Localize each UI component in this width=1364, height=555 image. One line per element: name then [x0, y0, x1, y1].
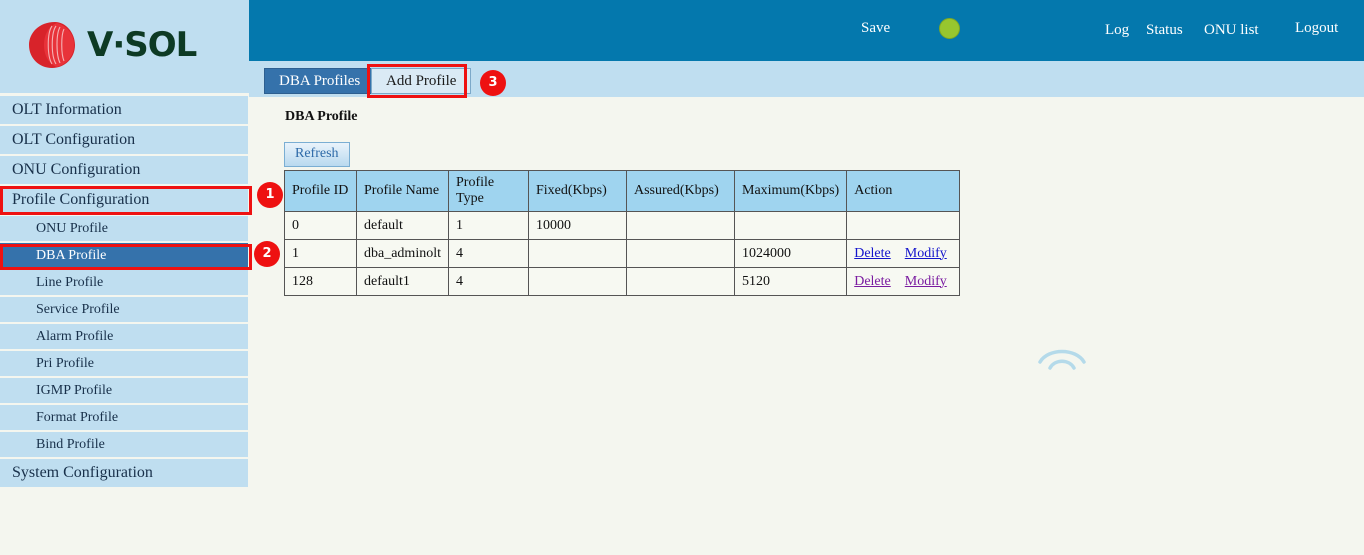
- column-header-fixed: Fixed(Kbps): [529, 171, 627, 212]
- cell-profile-id: 1: [285, 240, 357, 268]
- cell-profile-type: 1: [449, 212, 529, 240]
- cell-action: Delete Modify: [847, 268, 960, 296]
- sidebar-item-alarm-profile[interactable]: Alarm Profile: [0, 324, 249, 349]
- cell-fixed: [529, 268, 627, 296]
- sidebar-item-format-profile[interactable]: Format Profile: [0, 405, 249, 430]
- modify-link[interactable]: Modify: [905, 274, 947, 289]
- cell-profile-name: default: [357, 212, 449, 240]
- modify-link[interactable]: Modify: [905, 246, 947, 261]
- wifi-arc-icon: [1034, 340, 1090, 374]
- cell-profile-type: 4: [449, 268, 529, 296]
- column-header-maximum: Maximum(Kbps): [735, 171, 847, 212]
- sidebar-item-onu-profile[interactable]: ONU Profile: [0, 216, 249, 241]
- sidebar-item-onu-configuration[interactable]: ONU Configuration: [0, 156, 249, 184]
- olt-management-page: V·SOL Save Log Status ONU list Logout DB…: [0, 0, 1364, 555]
- delete-link[interactable]: Delete: [854, 274, 891, 289]
- cell-fixed: [529, 240, 627, 268]
- cell-profile-name: default1: [357, 268, 449, 296]
- sidebar-item-system-configuration[interactable]: System Configuration: [0, 459, 249, 487]
- onu-list-link[interactable]: ONU list: [1204, 22, 1259, 39]
- cell-action: [847, 212, 960, 240]
- logout-link[interactable]: Logout: [1295, 20, 1338, 37]
- page-title: DBA Profile: [285, 109, 357, 125]
- column-header-profile-name: Profile Name: [357, 171, 449, 212]
- status-green-dot-icon: [939, 18, 960, 39]
- delete-link[interactable]: Delete: [854, 246, 891, 261]
- column-header-assured: Assured(Kbps): [627, 171, 735, 212]
- tab-dba-profiles[interactable]: DBA Profiles: [264, 68, 375, 94]
- sidebar-item-dba-profile[interactable]: DBA Profile: [0, 243, 249, 268]
- sidebar-item-igmp-profile[interactable]: IGMP Profile: [0, 378, 249, 403]
- brand-name: V·SOL: [87, 25, 196, 65]
- refresh-button[interactable]: Refresh: [284, 142, 350, 167]
- content-panel: ForoISP DBA Profile Refresh Profile ID P…: [249, 97, 1364, 555]
- vsol-flame-logo-icon: [25, 18, 79, 72]
- annotation-badge-3: 3: [480, 70, 506, 96]
- cell-profile-id: 128: [285, 268, 357, 296]
- cell-maximum: [735, 212, 847, 240]
- table-row: 128 default1 4 5120 Delete Modify: [285, 268, 960, 296]
- sidebar-item-olt-information[interactable]: OLT Information: [0, 96, 249, 124]
- tab-strip: DBA Profiles Add Profile: [249, 61, 1364, 97]
- sidebar-item-service-profile[interactable]: Service Profile: [0, 297, 249, 322]
- cell-maximum: 1024000: [735, 240, 847, 268]
- cell-assured: [627, 268, 735, 296]
- table-row: 1 dba_adminolt 4 1024000 Delete Modify: [285, 240, 960, 268]
- logo-panel: V·SOL: [0, 0, 249, 93]
- sidebar-item-olt-configuration[interactable]: OLT Configuration: [0, 126, 249, 154]
- tab-add-profile[interactable]: Add Profile: [371, 68, 471, 94]
- log-link[interactable]: Log: [1105, 22, 1129, 39]
- column-header-action: Action: [847, 171, 960, 212]
- top-header-bar: Save Log Status ONU list Logout: [249, 0, 1364, 61]
- save-link[interactable]: Save: [861, 20, 890, 37]
- sidebar-item-pri-profile[interactable]: Pri Profile: [0, 351, 249, 376]
- column-header-profile-type: Profile Type: [449, 171, 529, 212]
- table-row: 0 default 1 10000: [285, 212, 960, 240]
- sidebar-item-bind-profile[interactable]: Bind Profile: [0, 432, 249, 457]
- brand-logo[interactable]: V·SOL: [25, 18, 196, 72]
- dba-profile-table: Profile ID Profile Name Profile Type Fix…: [284, 170, 960, 296]
- cell-profile-type: 4: [449, 240, 529, 268]
- cell-fixed: 10000: [529, 212, 627, 240]
- table-header-row: Profile ID Profile Name Profile Type Fix…: [285, 171, 960, 212]
- cell-profile-name: dba_adminolt: [357, 240, 449, 268]
- sidebar-item-profile-configuration[interactable]: Profile Configuration: [0, 186, 249, 214]
- status-link[interactable]: Status: [1146, 22, 1183, 39]
- cell-maximum: 5120: [735, 268, 847, 296]
- cell-profile-id: 0: [285, 212, 357, 240]
- sidebar-nav: OLT Information OLT Configuration ONU Co…: [0, 96, 249, 489]
- cell-assured: [627, 240, 735, 268]
- column-header-profile-id: Profile ID: [285, 171, 357, 212]
- sidebar-item-line-profile[interactable]: Line Profile: [0, 270, 249, 295]
- cell-assured: [627, 212, 735, 240]
- cell-action: Delete Modify: [847, 240, 960, 268]
